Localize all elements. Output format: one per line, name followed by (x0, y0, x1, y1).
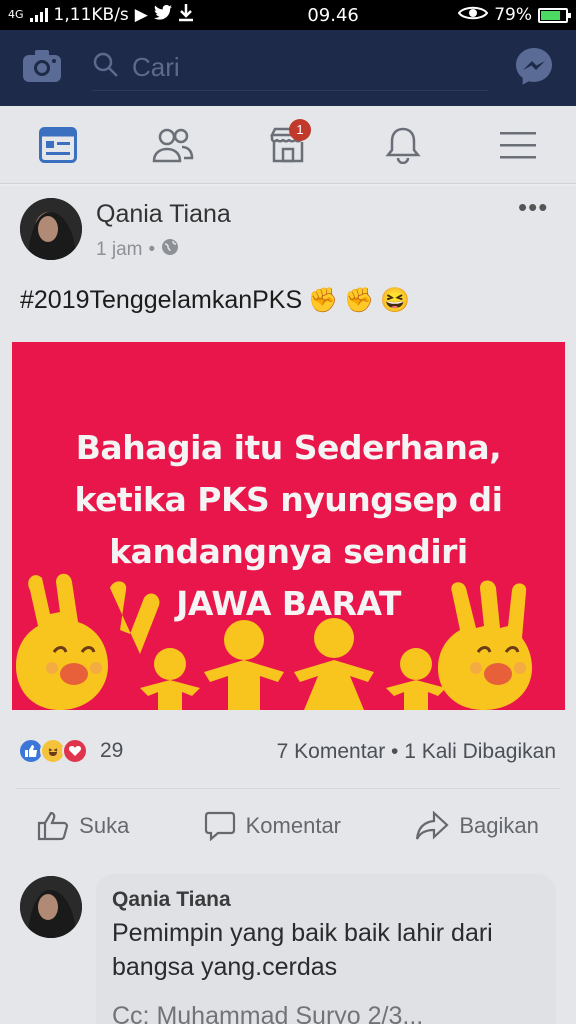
like-button[interactable]: Suka (37, 811, 129, 841)
celebration-figures (16, 573, 532, 710)
menu-icon (500, 131, 537, 158)
comment-bubble[interactable]: Qania Tiana Pemimpin yang baik baik lahi… (96, 874, 556, 1024)
reactions-summary[interactable]: 29 (18, 738, 123, 764)
more-options-button[interactable]: ••• (518, 192, 548, 223)
camera-icon[interactable] (22, 49, 62, 88)
play-store-icon: ▶ (134, 5, 148, 25)
hashtag-link[interactable]: #2019TenggelamkanPKS (20, 286, 302, 315)
tab-news-feed[interactable] (23, 115, 93, 175)
signal-icon (29, 8, 48, 22)
post-text: #2019TenggelamkanPKS ✊ ✊ 😆 (20, 286, 410, 315)
top-bar (0, 30, 576, 106)
battery-icon (538, 7, 571, 23)
share-label: Bagikan (459, 813, 539, 838)
meta-separator: • (148, 239, 156, 260)
share-button[interactable]: Bagikan (415, 811, 539, 841)
avatar[interactable] (20, 198, 82, 260)
messenger-icon[interactable] (514, 46, 554, 91)
eye-icon (457, 5, 489, 26)
clock: 09.46 (307, 4, 359, 26)
tab-menu[interactable] (483, 115, 553, 175)
fist-emoji: ✊ (344, 287, 374, 314)
comments-shares-count[interactable]: 7 Komentar • 1 Kali Dibagikan (277, 740, 556, 764)
status-bar: 4G 1,11KB/s ▶ 09.46 79% (0, 0, 576, 30)
post-actions: Suka Komentar Bagikan (0, 798, 576, 854)
news-feed-icon (38, 126, 77, 163)
comment-next-line: Cc: Muhammad Suryo 2/3... (112, 1002, 424, 1024)
nav-bar: 1 (0, 106, 576, 184)
notification-badge: 1 (288, 118, 311, 141)
comment-icon (204, 811, 235, 841)
thumbs-up-icon (38, 811, 69, 841)
reaction-count: 29 (100, 739, 124, 762)
divider (16, 788, 560, 789)
post-author[interactable]: Qania Tiana (96, 200, 231, 229)
post-image[interactable]: Bahagia itu Sederhana, ketika PKS nyungs… (12, 342, 565, 710)
tab-notifications[interactable] (368, 115, 438, 175)
search-bar[interactable] (92, 45, 488, 91)
bell-icon (385, 127, 421, 164)
comment-section: Qania Tiana Pemimpin yang baik baik lahi… (0, 866, 576, 1024)
download-icon (178, 3, 194, 27)
post-card: Qania Tiana 1 jam • ••• #2019Tenggelamka… (0, 186, 576, 866)
twitter-icon (153, 4, 172, 25)
comment-text: Pemimpin yang baik baik lahir dari bangs… (112, 919, 493, 981)
search-icon (92, 51, 120, 84)
share-icon (416, 811, 449, 840)
laughing-emoji: 😆 (379, 287, 410, 314)
network-speed: 1,11KB/s (53, 5, 129, 25)
post-time[interactable]: 1 jam (96, 239, 142, 261)
comment-avatar[interactable] (20, 876, 82, 938)
battery-percent: 79% (494, 5, 532, 25)
comment-label: Komentar (245, 813, 342, 838)
love-reaction-icon (62, 738, 88, 764)
friends-icon (152, 128, 194, 162)
tab-friends[interactable] (138, 115, 208, 175)
fist-emoji: ✊ (308, 287, 339, 314)
like-label: Suka (79, 813, 130, 838)
tab-marketplace[interactable]: 1 (253, 115, 323, 175)
network-label: 4G (8, 8, 24, 21)
globe-icon (161, 238, 179, 262)
comment-button[interactable]: Komentar (204, 811, 341, 841)
post-meta: 1 jam • (96, 238, 179, 262)
comment-author[interactable]: Qania Tiana (112, 888, 540, 912)
search-input[interactable] (132, 52, 432, 83)
